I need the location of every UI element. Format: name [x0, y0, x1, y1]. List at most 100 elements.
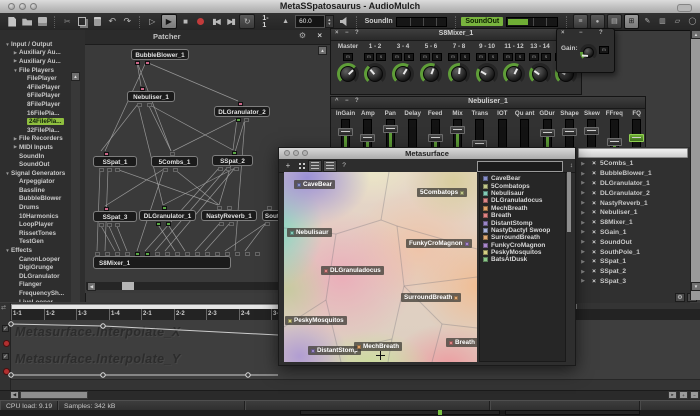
snapshot-row-peskymosquitos[interactable]: PeskyMosquitos — [480, 249, 565, 256]
expand-icon[interactable]: ▶ — [578, 249, 588, 255]
automation-point[interactable] — [9, 322, 13, 326]
patcher-view-button[interactable]: ≡ — [573, 14, 588, 29]
port[interactable] — [107, 168, 112, 172]
expand-icon[interactable]: ▶ — [578, 180, 588, 186]
remove-icon[interactable]: × — [588, 209, 600, 216]
sidebar-item-4fileplayer[interactable]: 4FilePlayer — [0, 83, 71, 92]
patcher-header[interactable]: Patcher ⚙ × — [85, 30, 330, 45]
port[interactable] — [229, 222, 234, 226]
port[interactable] — [218, 167, 223, 171]
solo-button[interactable]: s — [541, 53, 551, 61]
remove-icon[interactable]: × — [588, 190, 600, 197]
sidebar-item-auxiliary-au[interactable]: ▶Auxiliary Au... — [0, 57, 71, 66]
port[interactable] — [137, 103, 142, 107]
patcher-node-sspat-3[interactable]: SSpat_3 — [93, 211, 137, 222]
slider-handle[interactable] — [383, 125, 398, 133]
help-button[interactable]: ◯ — [686, 15, 699, 28]
remove-icon[interactable]: × — [588, 258, 600, 265]
channel-knob[interactable] — [476, 63, 498, 85]
dock-item-s8mixer-1[interactable]: ▶×S8Mixer_1 — [578, 218, 682, 228]
port[interactable] — [217, 206, 222, 210]
patcher-node-nebuliser-1[interactable]: Nebuliser_1 — [127, 91, 175, 102]
sidebar-item-8fileplayer[interactable]: 8FilePlayer — [0, 100, 71, 109]
patcher-node-dlgranulator-1[interactable]: DLGranulator_1 — [139, 210, 196, 221]
port[interactable] — [115, 168, 120, 172]
soundout-label[interactable]: SoundOut — [461, 17, 503, 26]
gain-knob[interactable] — [580, 42, 597, 61]
channel-knob[interactable] — [337, 63, 359, 85]
list-view-button[interactable] — [308, 160, 322, 172]
output-port-active[interactable] — [166, 222, 171, 226]
scroll-up-icon[interactable]: ▲ — [318, 46, 327, 55]
dock-item-dlgranulator-1[interactable]: ▶×DLGranulator_1 — [578, 179, 682, 189]
solo-button[interactable]: s — [460, 53, 470, 61]
metasurface-view-button[interactable]: ⊞ — [624, 14, 639, 29]
port[interactable] — [175, 252, 180, 256]
snapshot-row-nebulisaur[interactable]: Nebulisaur — [480, 190, 565, 197]
slider-handle[interactable] — [584, 127, 599, 135]
automation-record-button[interactable]: ● — [590, 14, 605, 29]
port[interactable] — [265, 222, 270, 226]
slider-handle[interactable] — [562, 128, 577, 136]
port[interactable] — [267, 206, 272, 210]
dock-item-sspat-2[interactable]: ▶×SSpat_2 — [578, 267, 682, 277]
loop-button[interactable]: ↻ — [239, 14, 255, 29]
copy-button[interactable] — [76, 15, 89, 28]
scroll-left-icon[interactable]: ◀ — [87, 282, 96, 291]
patcher-node-sspat-1[interactable]: SSpat_1 — [93, 156, 137, 167]
soundin-meter[interactable] — [396, 17, 448, 27]
mute-button[interactable]: m — [448, 53, 458, 61]
sidebar-item-10harmonics[interactable]: 10Harmonics — [0, 212, 71, 221]
slider-handle[interactable] — [360, 134, 375, 142]
mute-button[interactable]: m — [364, 53, 374, 61]
sidebar-item-bubbleblower[interactable]: BubbleBlower — [0, 195, 71, 204]
snapshot-row-nastydactyl-swoop[interactable]: NastyDactyl Swoop — [480, 227, 565, 234]
sidebar-item-file-players[interactable]: ▼File Players — [0, 66, 71, 75]
dock-item-nebuliser-1[interactable]: ▶×Nebuliser_1 — [578, 208, 682, 218]
mute-button[interactable]: m — [503, 53, 513, 61]
surface-snapshot-surroundbreath[interactable]: SurroundBreath — [401, 293, 461, 302]
snapshot-row-distantstomp[interactable]: DistantStomp — [480, 219, 565, 226]
surface-snapshot-cavebear[interactable]: CaveBear — [294, 180, 335, 189]
surface-snapshot-dlgranuladocus[interactable]: DLGranuladocus — [321, 266, 384, 275]
snapshot-row-batsatdusk[interactable]: BatsAtDusk — [480, 256, 565, 263]
slider-handle[interactable] — [428, 134, 443, 142]
port[interactable] — [105, 252, 110, 256]
undo-button[interactable]: ↶ — [106, 15, 119, 28]
patcher-node-sspat-2[interactable]: SSpat_2 — [212, 155, 253, 166]
add-snapshot-button[interactable]: + — [282, 161, 294, 171]
remove-icon[interactable]: × — [588, 200, 600, 207]
sidebar-item-6fileplayer[interactable]: 6FilePlayer — [0, 92, 71, 101]
patcher-node-bubbleblower-1[interactable]: BubbleBlower_1 — [131, 49, 189, 60]
help-button[interactable]: ? — [338, 161, 350, 171]
solo-button[interactable]: s — [376, 53, 386, 61]
mute-button[interactable]: m — [343, 53, 353, 61]
sgain-header[interactable]: × − ? — [557, 29, 614, 40]
output-port-active[interactable] — [232, 151, 237, 155]
gear-icon[interactable]: ⚙ — [675, 293, 685, 302]
sidebar-item-rissettones[interactable]: RissetTones — [0, 229, 71, 238]
forward-button[interactable]: ▶▮ — [224, 15, 237, 28]
mute-button[interactable]: m — [529, 53, 539, 61]
dock-item-bubbleblower-1[interactable]: ▶×BubbleBlower_1 — [578, 169, 682, 179]
main-vscrollbar[interactable]: ▲ ▼ — [690, 30, 700, 300]
close-icon[interactable]: × — [317, 31, 322, 40]
s8mixer-header[interactable]: × − ? S8Mixer_1 — [331, 29, 581, 41]
channel-knob[interactable] — [448, 63, 470, 85]
port[interactable] — [115, 223, 120, 227]
gear-icon[interactable]: ⚙ — [299, 31, 306, 40]
port[interactable] — [115, 252, 120, 256]
slider-handle[interactable] — [629, 134, 644, 142]
expand-icon[interactable]: ▶ — [578, 220, 588, 226]
scroll-up-icon[interactable]: ▲ — [691, 30, 700, 39]
gain-mute-button[interactable]: m — [599, 46, 609, 54]
port[interactable] — [205, 252, 210, 256]
close-icon[interactable]: × — [561, 30, 565, 36]
port[interactable] — [107, 223, 112, 227]
channel-knob[interactable] — [503, 63, 525, 85]
automation-curve[interactable] — [11, 324, 278, 335]
surface-snapshot-peskymosquitos[interactable]: PeskyMosquitos — [285, 316, 347, 325]
channel-knob[interactable] — [364, 63, 386, 85]
remove-icon[interactable]: × — [588, 229, 600, 236]
sidebar-item-auxiliary-au[interactable]: ▶Auxiliary Au... — [0, 49, 71, 58]
